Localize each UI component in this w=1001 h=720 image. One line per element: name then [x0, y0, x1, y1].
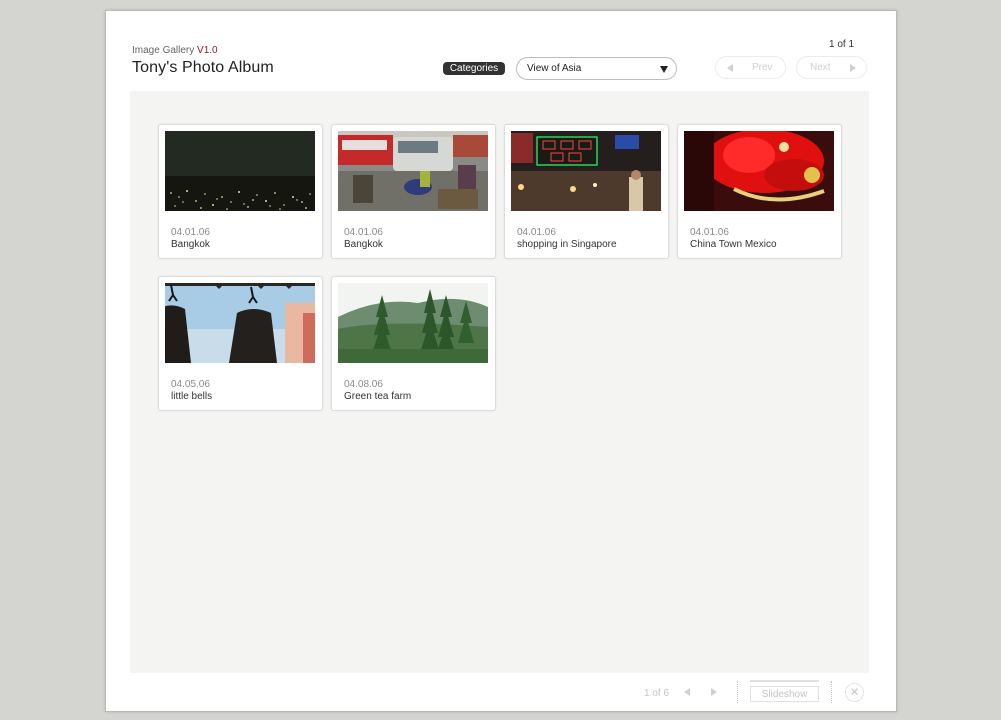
slideshow-button[interactable]: Slideshow	[750, 686, 819, 702]
photo-card[interactable]: 04.01.06 China Town Mexico	[677, 124, 842, 259]
close-icon[interactable]: ✕	[845, 683, 864, 702]
chevron-right-icon	[850, 64, 856, 72]
photo-date: 04.01.06	[690, 227, 729, 238]
photo-date: 04.08.06	[344, 379, 383, 390]
photo-date: 04.01.06	[344, 227, 383, 238]
caret-down-icon	[660, 66, 668, 73]
chevron-left-icon	[727, 64, 733, 72]
photo-card[interactable]: 04.08.06 Green tea farm	[331, 276, 496, 411]
divider	[831, 681, 832, 703]
photo-thumbnail[interactable]	[684, 131, 834, 211]
photo-card[interactable]: 04.05.06 little bells	[158, 276, 323, 411]
photo-caption: Bangkok	[171, 239, 210, 250]
photo-date: 04.01.06	[517, 227, 556, 238]
category-select[interactable]: View of Asia	[516, 57, 677, 80]
gallery-label: Image Gallery V1.0	[132, 45, 218, 56]
chevron-left-icon[interactable]	[684, 688, 690, 696]
album-title: Tony's Photo Album	[132, 59, 274, 76]
prev-button[interactable]: Prev	[715, 56, 786, 79]
next-label: Next	[810, 62, 831, 73]
photo-caption: Green tea farm	[344, 391, 412, 402]
thumbnail-grid: 04.01.06 Bangkok 04.01.06 Bangkok 04.01.…	[130, 91, 869, 673]
photo-card[interactable]: 04.01.06 shopping in Singapore	[504, 124, 669, 259]
photo-card[interactable]: 04.01.06 Bangkok	[158, 124, 323, 259]
version-label: V1.0	[197, 45, 218, 56]
divider	[737, 681, 738, 703]
photo-thumbnail[interactable]	[338, 283, 488, 363]
photo-caption: shopping in Singapore	[517, 239, 617, 250]
photo-date: 04.01.06	[171, 227, 210, 238]
photo-thumbnail[interactable]	[338, 131, 488, 211]
next-button[interactable]: Next	[796, 56, 867, 79]
photo-card[interactable]: 04.01.06 Bangkok	[331, 124, 496, 259]
photo-caption: China Town Mexico	[690, 239, 777, 250]
footer-bar: 1 of 6 Slideshow ✕	[106, 675, 898, 711]
slideshow-progress	[750, 680, 819, 682]
photo-date: 04.05.06	[171, 379, 210, 390]
gallery-window: Image Gallery V1.0 Tony's Photo Album 1 …	[105, 10, 897, 712]
gallery-name: Image Gallery	[132, 45, 195, 56]
category-select-value: View of Asia	[527, 63, 582, 74]
photo-thumbnail[interactable]	[165, 131, 315, 211]
prev-label: Prev	[752, 62, 773, 73]
footer-page-count: 1 of 6	[644, 688, 670, 699]
page-indicator: 1 of 1	[829, 39, 855, 50]
photo-caption: little bells	[171, 391, 213, 402]
photo-thumbnail[interactable]	[511, 131, 661, 211]
categories-badge: Categories	[443, 62, 505, 75]
photo-thumbnail[interactable]	[165, 283, 315, 363]
chevron-right-icon[interactable]	[711, 688, 717, 696]
photo-caption: Bangkok	[344, 239, 383, 250]
